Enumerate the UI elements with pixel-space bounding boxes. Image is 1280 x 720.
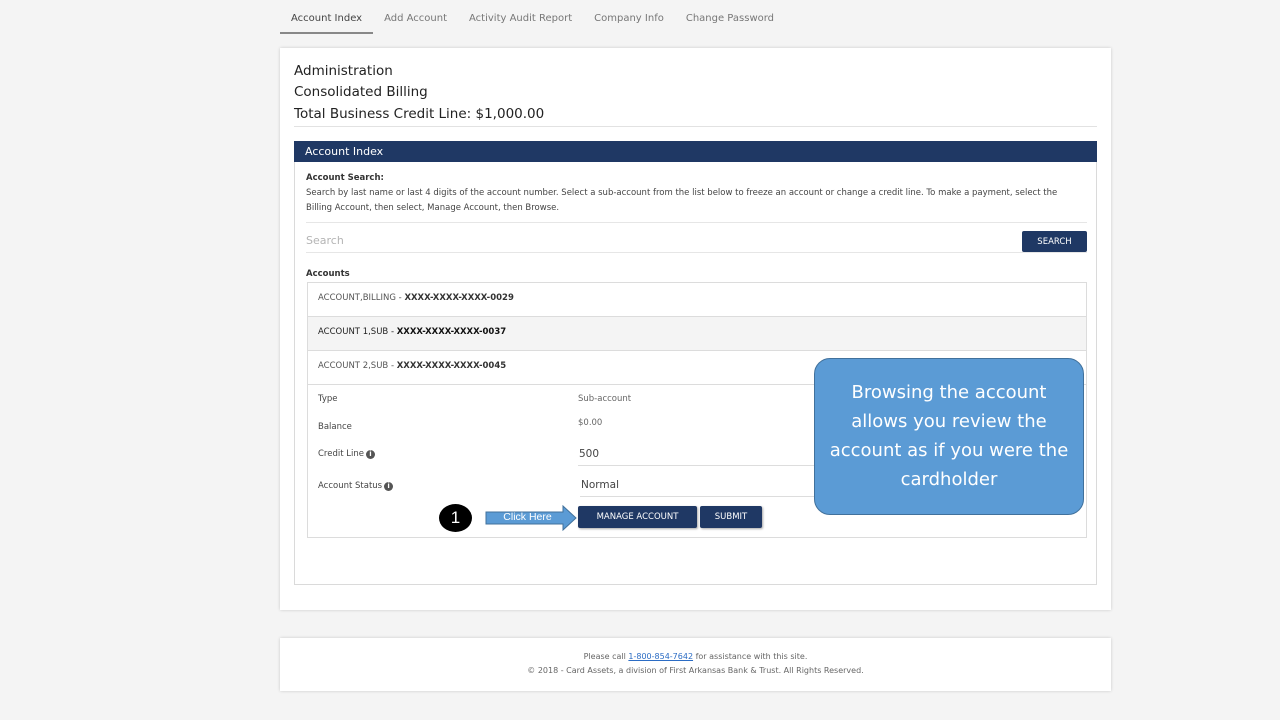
tab-add-account[interactable]: Add Account: [373, 0, 458, 34]
balance-label: Balance: [318, 422, 352, 432]
account-name: ACCOUNT 2,SUB -: [318, 361, 397, 371]
credit-line-label-wrap: Credit Line i: [318, 449, 375, 459]
account-number: XXXX-XXXX-XXXX-0037: [396, 327, 507, 337]
footer-call-prefix: Please call: [583, 652, 629, 661]
tab-change-password[interactable]: Change Password: [675, 0, 785, 34]
search-bottom-divider: [306, 252, 1087, 253]
account-number: XXXX-XXXX-XXXX-0029: [404, 293, 514, 303]
balance-value: $0.00: [578, 418, 603, 428]
credit-line-input[interactable]: 500: [578, 442, 818, 466]
search-button[interactable]: SEARCH: [1022, 231, 1087, 252]
submit-button[interactable]: SUBMIT: [700, 506, 762, 528]
search-top-divider: [306, 222, 1087, 223]
heading-consolidated-billing: Consolidated Billing: [294, 84, 428, 100]
main-card: Administration Consolidated Billing Tota…: [280, 48, 1111, 610]
account-row-billing[interactable]: ACCOUNT,BILLING - XXXX-XXXX-XXXX-0029: [308, 283, 1086, 317]
search-input[interactable]: [306, 228, 1006, 252]
click-here-label: Click Here: [503, 511, 552, 523]
credit-line-label: Credit Line: [318, 449, 364, 459]
info-icon[interactable]: i: [365, 450, 375, 459]
tab-account-index[interactable]: Account Index: [280, 0, 374, 34]
heading-divider: [294, 126, 1097, 127]
account-name: ACCOUNT,BILLING -: [318, 293, 405, 303]
account-search-title: Account Search:: [306, 173, 384, 183]
tab-company-info[interactable]: Company Info: [583, 0, 675, 34]
panel-title: Account Index: [294, 141, 1097, 162]
heading-administration: Administration: [294, 63, 393, 79]
type-value: Sub-account: [578, 394, 632, 404]
accounts-label: Accounts: [306, 269, 350, 279]
manage-account-button[interactable]: MANAGE ACCOUNT: [578, 506, 697, 528]
account-number: XXXX-XXXX-XXXX-0045: [396, 361, 507, 371]
info-icon[interactable]: i: [384, 482, 394, 491]
account-row-sub-1[interactable]: ACCOUNT 1,SUB - XXXX-XXXX-XXXX-0037: [308, 317, 1086, 351]
footer-call-suffix: for assistance with this site.: [693, 652, 808, 661]
footer-contact: Please call 1-800-854-7642 for assistanc…: [280, 652, 1111, 661]
account-status-label-wrap: Account Status i: [318, 481, 394, 491]
callout-box: Browsing the account allows you review t…: [814, 358, 1084, 515]
footer-phone-link[interactable]: 1-800-854-7642: [628, 652, 693, 661]
type-label: Type: [318, 394, 338, 404]
top-nav-tabs: Account Index Add Account Activity Audit…: [280, 0, 785, 34]
account-status-label: Account Status: [318, 481, 383, 491]
account-search-description: Search by last name or last 4 digits of …: [306, 188, 1058, 213]
tab-activity-audit-report[interactable]: Activity Audit Report: [458, 0, 583, 34]
account-name: ACCOUNT 1,SUB -: [318, 327, 397, 337]
heading-total-credit-line: Total Business Credit Line: $1,000.00: [294, 106, 545, 122]
step-number-badge: 1: [439, 504, 472, 532]
account-status-select[interactable]: Normal: [580, 473, 820, 497]
footer: Please call 1-800-854-7642 for assistanc…: [280, 638, 1111, 691]
footer-copyright: © 2018 - Card Assets, a division of Firs…: [527, 666, 864, 675]
